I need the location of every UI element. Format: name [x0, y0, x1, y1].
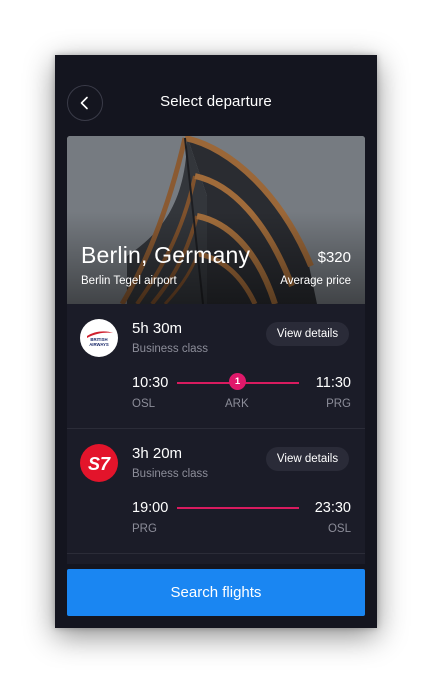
route-line [177, 507, 299, 509]
s7-logo-mark: S7 [88, 454, 111, 474]
stop-code: ARK [225, 398, 249, 410]
s7-airlines-logo: S7 [80, 444, 118, 482]
average-price-label: Average price [280, 275, 351, 287]
destination-code: OSL [327, 523, 351, 535]
destination-airport: Berlin Tegel airport [81, 275, 177, 287]
logo-line-2: AIRWAYS [89, 342, 109, 347]
page-title: Select departure [160, 93, 272, 110]
origin-code: PRG [132, 523, 157, 535]
flight-class: Business class [132, 468, 209, 480]
destination-hero: Berlin, Germany $320 Berlin Tegel airpor… [67, 136, 365, 304]
arrival-time: 11:30 [315, 375, 351, 391]
view-details-button[interactable]: View details [266, 322, 349, 346]
flight-card[interactable]: S7 3h 20m Business class View details 19… [67, 429, 365, 554]
destination-city: Berlin, Germany [81, 242, 251, 268]
destination-code: PRG [326, 398, 351, 410]
british-airways-logo-mark: BRITISH AIRWAYS [87, 331, 113, 347]
search-flights-button[interactable]: Search flights [67, 569, 365, 616]
departure-time: 19:00 [132, 500, 169, 516]
header: Select departure [55, 55, 377, 135]
stop-count-badge: 1 [229, 373, 246, 390]
flight-class: Business class [132, 343, 209, 355]
british-airways-logo: BRITISH AIRWAYS [80, 319, 118, 357]
flight-card[interactable]: BRITISH AIRWAYS 5h 30m Business class Vi… [67, 304, 365, 429]
origin-code: OSL [132, 398, 156, 410]
average-price-value: $320 [317, 249, 351, 266]
view-details-button[interactable]: View details [266, 447, 349, 471]
flight-list[interactable]: BRITISH AIRWAYS 5h 30m Business class Vi… [67, 304, 365, 564]
flight-duration: 3h 20m [132, 445, 183, 462]
flight-duration: 5h 30m [132, 320, 183, 337]
app-screen: Select departure Berlin, Germany $320 Be… [55, 55, 377, 628]
arrival-time: 23:30 [314, 500, 351, 516]
s7-logo-text: S7 [88, 454, 111, 474]
departure-time: 10:30 [132, 375, 169, 391]
